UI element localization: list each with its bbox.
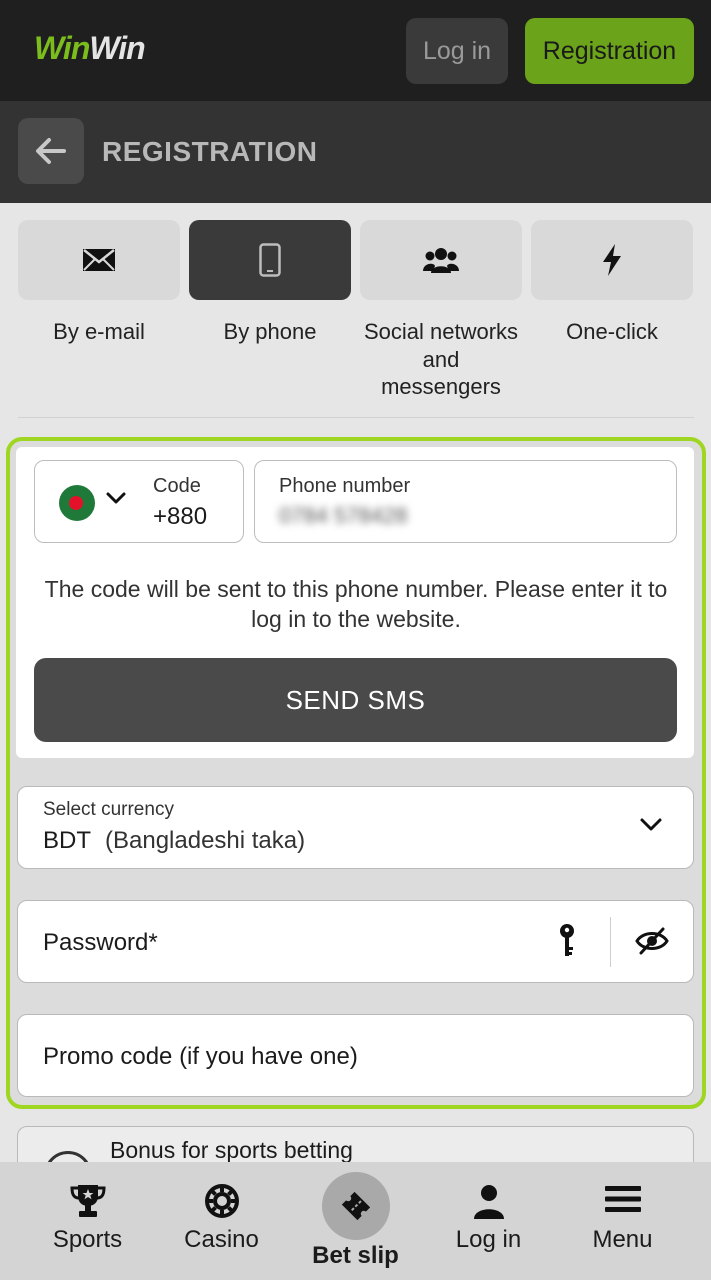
back-button[interactable] <box>18 118 84 184</box>
nav-casino[interactable]: Casino <box>154 1162 289 1280</box>
bangladesh-flag-icon <box>59 485 95 521</box>
casino-chip-icon <box>204 1184 239 1218</box>
bottom-navigation: Sports Casino Bet slip Log in Menu <box>0 1162 711 1280</box>
logo-part2: Win <box>89 30 145 66</box>
ticket-icon <box>341 1191 371 1221</box>
phone-number-label: Phone number <box>279 475 411 497</box>
currency-code: BDT <box>43 827 91 854</box>
tab-by-email[interactable] <box>18 220 180 300</box>
nav-menu[interactable]: Menu <box>555 1162 690 1280</box>
code-label: Code <box>153 475 201 497</box>
tab-label-social: Social networks and messengers <box>363 319 519 399</box>
chevron-down-icon <box>106 492 126 504</box>
password-field[interactable]: Password* <box>17 900 694 983</box>
tab-by-phone[interactable] <box>189 220 351 300</box>
tab-label-phone: By phone <box>223 319 317 344</box>
users-icon <box>423 248 459 273</box>
currency-value: BDT (Bangladeshi taka) <box>43 827 305 855</box>
login-button[interactable]: Log in <box>406 18 508 84</box>
tab-label-email: By e-mail <box>53 319 145 344</box>
logo-part1: Win <box>34 30 90 66</box>
top-header: WinWin Log in Registration <box>0 0 711 101</box>
nav-sports[interactable]: Sports <box>20 1162 155 1280</box>
smartphone-icon <box>259 243 281 277</box>
send-sms-button[interactable]: SEND SMS <box>34 658 677 742</box>
country-code-selector[interactable]: Code +880 <box>34 460 244 543</box>
currency-label: Select currency <box>43 799 174 820</box>
nav-casino-label: Casino <box>184 1226 259 1253</box>
divider <box>18 417 694 418</box>
tab-label-one-click: One-click <box>566 319 658 344</box>
user-icon <box>473 1185 504 1219</box>
eye-slash-icon[interactable] <box>635 927 669 955</box>
phone-number-field[interactable]: Phone number 0784 578428 <box>254 460 677 543</box>
page-title: REGISTRATION <box>102 136 318 167</box>
currency-name: (Bangladeshi taka) <box>105 827 306 854</box>
nav-menu-label: Menu <box>592 1226 653 1253</box>
phone-number-value[interactable]: 0784 578428 <box>279 503 407 529</box>
promo-code-field[interactable]: Promo code (if you have one) <box>17 1014 694 1097</box>
nav-sports-label: Sports <box>52 1226 123 1253</box>
envelope-icon <box>83 249 115 271</box>
currency-select[interactable]: Select currency BDT (Bangladeshi taka) <box>17 786 694 869</box>
trophy-icon <box>69 1185 106 1217</box>
key-icon[interactable] <box>558 923 576 959</box>
bonus-label: Bonus for sports betting <box>110 1137 353 1163</box>
promo-code-label: Promo code (if you have one) <box>43 1043 358 1070</box>
tab-social-networks[interactable] <box>360 220 522 300</box>
separator <box>610 917 611 967</box>
hamburger-menu-icon <box>604 1186 641 1212</box>
nav-log-in[interactable]: Log in <box>421 1162 556 1280</box>
nav-log-in-label: Log in <box>455 1226 522 1253</box>
tab-one-click[interactable] <box>531 220 693 300</box>
nav-bet-slip-label: Bet slip <box>312 1242 399 1269</box>
lightning-icon <box>603 244 621 276</box>
arrow-left-icon <box>36 138 66 164</box>
registration-button[interactable]: Registration <box>525 18 694 84</box>
winwin-logo[interactable]: WinWin <box>34 30 146 67</box>
sms-hint-text: The code will be sent to this phone numb… <box>44 576 668 632</box>
code-value: +880 <box>153 503 208 530</box>
nav-bet-slip[interactable] <box>322 1172 390 1240</box>
chevron-down-icon <box>640 818 662 831</box>
page-header: REGISTRATION <box>0 101 711 203</box>
password-label: Password* <box>43 929 158 956</box>
